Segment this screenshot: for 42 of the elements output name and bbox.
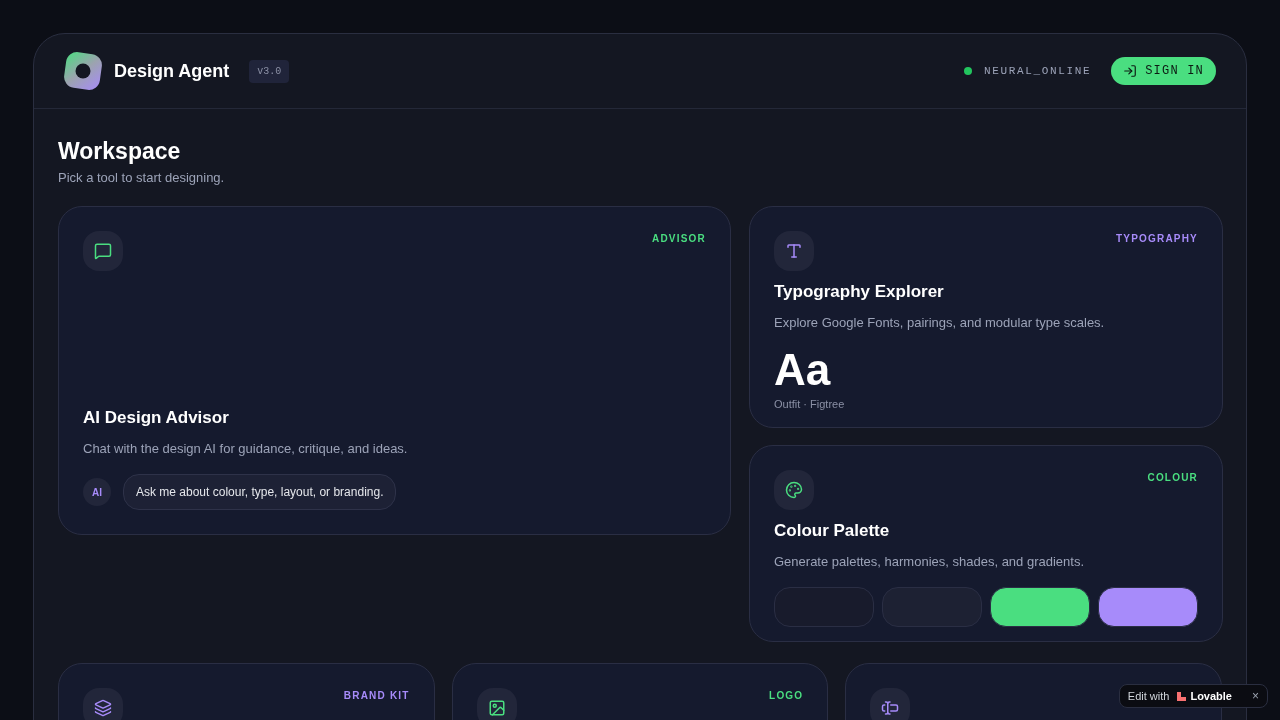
category-tag: TYPOGRAPHY [1116,231,1198,247]
page-heading: Workspace [58,137,182,166]
text-cursor-icon [881,699,900,718]
status-label: NEURAL_ONLINE [983,63,1092,79]
card-title: Colour Palette [774,520,891,543]
app-title: Design Agent [114,59,230,83]
ai-avatar: AI [83,478,111,507]
category-tag: COLOUR [1147,470,1198,486]
image-icon [487,699,506,718]
font-pairing: Outfit · Figtree [774,397,846,413]
tool-card[interactable]: LOGO [451,663,829,720]
card-description: Explore Google Fonts, pairings, and modular type scales. [774,313,1106,332]
layers-icon [94,699,112,718]
color-swatch[interactable] [990,587,1090,628]
speech-bubble-icon [94,242,112,261]
chat-message: Ask me about colour, type, layout, or branding. [123,474,397,511]
card-description: Generate palettes, harmonies, shades, and gradients. [774,552,1086,571]
category-tag: BRAND KIT [343,688,410,704]
version-badge: v3.0 [249,59,290,83]
palette-card[interactable]: COLOUR Colour Palette Generate palettes, harmonies, shades, and gradients. [749,445,1223,643]
page-subtitle: Pick a tool to start designing. [58,168,226,187]
card-description: Chat with the design AI for guidance, critique, and ideas. [83,439,409,458]
category-tag: LOGO [769,688,804,704]
advisor-card[interactable]: ADVISOR AI Design Advisor Chat with the design AI for guidance, critique, and ideas. AI Ask me about colour, type, layout, or branding. [58,206,731,536]
close-button[interactable]: × [1252,687,1259,705]
card-title: AI Design Advisor [83,407,230,430]
sign-in-icon [1123,64,1138,78]
brand-icon [1177,691,1187,701]
logo-icon [64,52,102,90]
type-sample: Aa [774,348,832,393]
letter-t-icon [785,242,803,261]
sign-in-button[interactable]: SIGN IN [1111,57,1216,85]
badge-label: Edit with [1127,688,1170,704]
category-tag: ADVISOR [652,231,706,247]
typography-card[interactable]: TYPOGRAPHY Typography Explorer Explore Google Fonts, pairings, and modular type scales. Aa Outfit · Figtree [749,206,1223,429]
color-swatch[interactable] [774,587,874,628]
card-title: Typography Explorer [774,281,945,304]
palette-icon [785,481,803,500]
tool-card[interactable]: BRAND KIT [58,663,435,720]
color-swatch[interactable] [1098,587,1198,628]
edit-badge[interactable]: Edit with Lovable × [1118,684,1268,708]
brand-name: Lovable [1190,688,1232,704]
